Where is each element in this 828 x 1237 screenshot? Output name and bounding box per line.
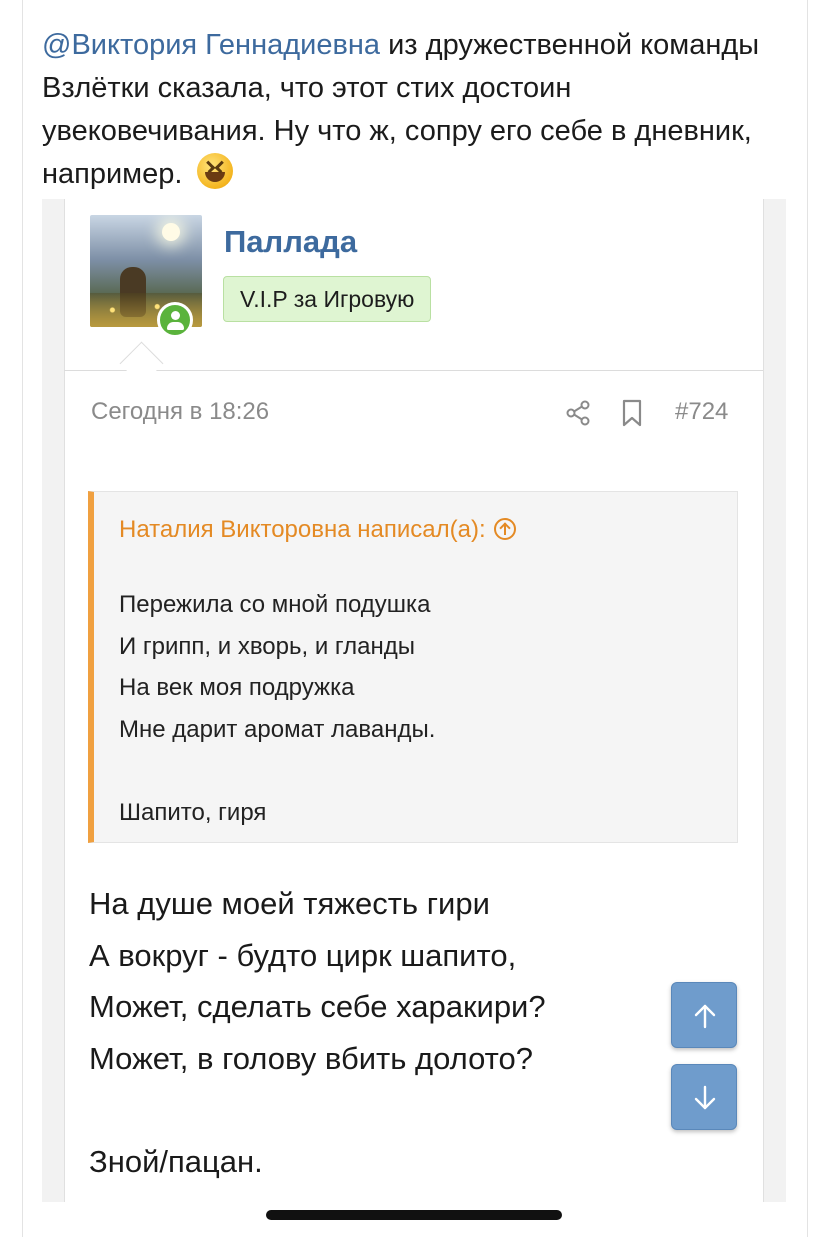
quote-line: Шапито, гиря (119, 798, 267, 826)
post-body: На душе моей тяжесть гири А вокруг - буд… (89, 878, 546, 1187)
quote-line: Мне дарит аромат лаванды. (119, 715, 436, 743)
user-mention-link[interactable]: @Виктория Геннадиевна (42, 29, 380, 61)
quote-line: И грипп, и хворь, и гланды (119, 632, 416, 660)
post-date[interactable]: Сегодня в 18:26 (91, 398, 269, 426)
bookmark-icon[interactable] (621, 399, 643, 427)
quote-author-label: Наталия Викторовна написал(а): (119, 516, 486, 543)
quote-line (119, 750, 435, 792)
body-line: Может, в голову вбить долото? (89, 1040, 533, 1076)
scroll-to-top-button[interactable] (671, 982, 737, 1048)
arrow-up-icon (694, 1004, 716, 1029)
arrow-down-icon (694, 1085, 716, 1110)
body-line: Может, сделать себе харакири? (89, 989, 546, 1024)
quote-line: На век моя подружка (119, 674, 355, 701)
share-icon[interactable] (565, 400, 591, 426)
body-line (89, 1084, 546, 1136)
post-number-link[interactable]: #724 (675, 398, 728, 426)
quote-author[interactable]: Наталия Викторовна написал(а): (119, 516, 516, 544)
post-divider (64, 370, 763, 371)
intro-text: @Виктория Геннадиевна из дружественной к… (42, 24, 762, 196)
scroll-to-bottom-button[interactable] (671, 1064, 737, 1130)
quote-text: Пережила со мной подушка И грипп, и хвор… (119, 584, 435, 833)
user-title-badge: V.I.P за Игровую (223, 276, 432, 322)
body-line: На душе моей тяжесть гири (89, 886, 490, 921)
arrow-up-circle-icon[interactable] (493, 518, 516, 540)
body-line: Зной/пацан. (89, 1143, 263, 1179)
grinning-squinting-face-icon (196, 153, 233, 189)
quote-line: Пережила со мной подушка (119, 591, 431, 618)
online-status-icon (157, 302, 193, 338)
home-indicator[interactable] (266, 1210, 562, 1220)
quote-block: Наталия Викторовна написал(а): Пережила … (88, 491, 738, 843)
post-username[interactable]: Паллада (224, 224, 357, 260)
body-line: А вокруг - будто цирк шапито, (89, 937, 517, 973)
